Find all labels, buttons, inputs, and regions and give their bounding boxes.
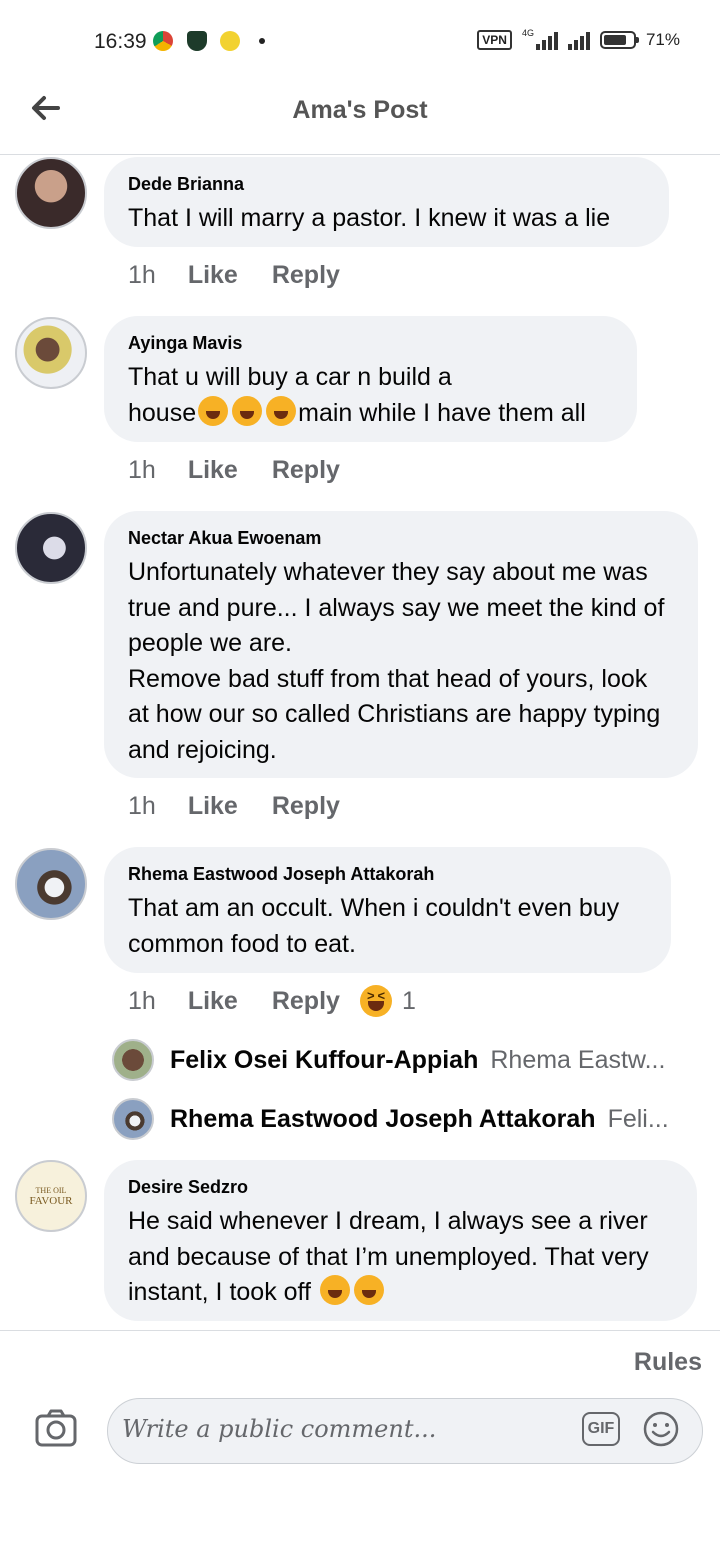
comment-text: That I will marry a pastor. I knew it wa… — [128, 204, 611, 232]
comment-text: That am an occult. When i couldn't even … — [128, 894, 627, 958]
notification-app-icon — [220, 31, 240, 51]
comment-input[interactable]: Write a public comment... GIF — [107, 1398, 703, 1464]
reply-author[interactable]: Felix Osei Kuffour-Appiah — [170, 1046, 478, 1075]
reply-button[interactable]: Reply — [272, 456, 340, 485]
comment-input-placeholder: Write a public comment... — [122, 1415, 437, 1443]
comment-author[interactable]: Desire Sedzro — [128, 1176, 673, 1198]
comment-bubble[interactable]: Rhema Eastwood Joseph Attakorah That am … — [104, 847, 671, 973]
comment-actions: 1h Like Reply — [128, 456, 340, 485]
avatar[interactable] — [112, 1039, 154, 1081]
vpn-badge: VPN — [477, 30, 512, 50]
like-button[interactable]: Like — [188, 987, 238, 1016]
comment-actions: 1h Like Reply — [128, 792, 340, 821]
battery-percent: 71% — [645, 30, 680, 49]
reply-author[interactable]: Rhema Eastwood Joseph Attakorah — [170, 1105, 596, 1134]
avatar[interactable] — [112, 1098, 154, 1140]
comment-bubble[interactable]: Ayinga Mavis That u will buy a car n bui… — [104, 316, 637, 442]
comment-text-body: He said whenever I dream, I always see a… — [128, 1207, 656, 1306]
comment-text: Unfortunately whatever they say about me… — [128, 558, 665, 764]
camera-icon[interactable] — [34, 1408, 78, 1448]
reaction-summary[interactable]: 1 — [359, 985, 416, 1017]
shield-app-icon — [187, 31, 207, 51]
reply-preview[interactable]: Felix Osei Kuffour-Appiah Rhema Eastw... — [112, 1038, 692, 1082]
laughing-emoji-icon — [353, 1275, 384, 1305]
comment-actions: 1h Like Reply — [128, 261, 340, 290]
comment-author[interactable]: Ayinga Mavis — [128, 332, 613, 354]
reply-snippet: Rhema Eastw... — [490, 1045, 666, 1074]
avatar[interactable] — [15, 848, 87, 920]
status-time: 16:39 — [94, 30, 147, 53]
status-bar: 16:39 VPN 4G 71% — [0, 0, 720, 84]
avatar[interactable]: THE OIL FAVOUR — [15, 1160, 87, 1232]
comment-text-line-1: That u will buy a car n build a — [128, 363, 452, 391]
signal-icon — [535, 30, 558, 50]
avatar[interactable] — [15, 157, 87, 229]
comment-bubble[interactable]: Nectar Akua Ewoenam Unfortunately whatev… — [104, 511, 698, 778]
status-right: VPN 4G 71% — [477, 28, 680, 50]
laughing-emoji-icon — [266, 395, 297, 426]
comment-time: 1h — [128, 986, 156, 1015]
rules-link[interactable]: Rules — [634, 1348, 702, 1377]
reply-button[interactable]: Reply — [272, 987, 340, 1016]
comment-text-line-2b: main while I have them all — [298, 398, 586, 427]
reply-preview[interactable]: Rhema Eastwood Joseph Attakorah Feli... — [112, 1097, 692, 1141]
avatar-logo-text: FAVOUR — [29, 1194, 73, 1207]
comment-time: 1h — [128, 456, 156, 484]
reply-button[interactable]: Reply — [272, 792, 340, 821]
reply-snippet: Feli... — [607, 1104, 669, 1133]
comment-text-line-2a: house — [128, 398, 197, 427]
comment-time: 1h — [128, 792, 156, 820]
like-button[interactable]: Like — [188, 456, 238, 485]
avatar[interactable] — [15, 317, 87, 389]
comment-time: 1h — [128, 261, 156, 289]
gif-button[interactable]: GIF — [582, 1412, 620, 1446]
chrome-icon — [153, 31, 173, 51]
comment-author[interactable]: Nectar Akua Ewoenam — [128, 527, 674, 549]
comment-actions: 1h Like Reply 1 — [128, 985, 416, 1017]
comment-bubble[interactable]: Dede Brianna That I will marry a pastor.… — [104, 157, 669, 247]
signal-2-icon — [567, 30, 590, 50]
comment-author[interactable]: Dede Brianna — [128, 173, 645, 195]
avatar[interactable] — [15, 512, 87, 584]
emoji-picker-icon[interactable] — [642, 1410, 680, 1448]
laughing-emoji-icon — [319, 1275, 350, 1305]
laughing-emoji-icon — [198, 395, 229, 426]
laughing-emoji-icon — [232, 395, 263, 426]
footer-divider — [0, 1330, 720, 1331]
post-header: Ama's Post — [0, 84, 720, 155]
haha-reaction-icon — [359, 985, 392, 1017]
more-notifications-dot-icon — [259, 38, 265, 44]
comment-text: He said whenever I dream, I always see a… — [128, 1204, 673, 1311]
network-type: 4G — [521, 28, 534, 38]
avatar-logo-text: THE OIL — [35, 1185, 67, 1195]
page-title: Ama's Post — [292, 96, 428, 124]
battery-icon — [599, 31, 639, 49]
like-button[interactable]: Like — [188, 792, 238, 821]
reaction-count: 1 — [401, 986, 416, 1015]
reply-button[interactable]: Reply — [272, 261, 340, 290]
comment-author[interactable]: Rhema Eastwood Joseph Attakorah — [128, 863, 647, 885]
comment-text: That u will buy a car n build a house mai… — [128, 360, 613, 431]
like-button[interactable]: Like — [188, 261, 238, 290]
comment-bubble[interactable]: Desire Sedzro He said whenever I dream, … — [104, 1160, 697, 1321]
